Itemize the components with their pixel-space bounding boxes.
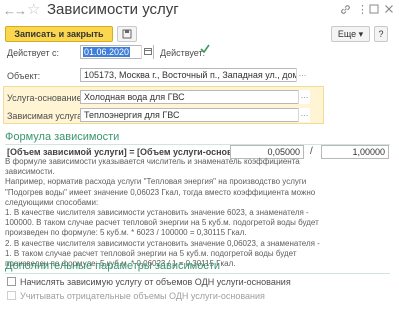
formula-section-title: Формула зависимости: [5, 131, 120, 143]
link-icon[interactable]: [340, 4, 351, 19]
option2-checkbox[interactable]: [7, 291, 16, 300]
dependent-service-field[interactable]: Теплоэнергия для ГВС: [80, 108, 310, 122]
note-paragraph: Например, норматив расхода услуги "Тепло…: [5, 177, 316, 207]
option1-checkbox[interactable]: [7, 277, 16, 286]
close-icon[interactable]: [384, 4, 394, 18]
chevron-down-icon: ▾: [358, 29, 364, 39]
active-from-label: Действует с:: [7, 48, 60, 58]
calendar-icon[interactable]: [141, 45, 153, 59]
section-divider: [5, 273, 390, 274]
active-from-value: 01.06.2020: [83, 47, 131, 57]
dependent-service-label: Зависимая услуга:: [7, 111, 85, 121]
window-title: Зависимости услуг: [47, 1, 179, 18]
base-service-field[interactable]: Холодная вода для ГВС: [80, 90, 310, 104]
note-paragraph: В формуле зависимости указывается числит…: [5, 157, 300, 177]
object-field[interactable]: 105173, Москва г., Восточный п., Западна…: [80, 68, 308, 82]
title-bar: ← → ☆ Зависимости услуг ⋮: [0, 0, 399, 22]
formula-note: В формуле зависимости указывается числит…: [5, 157, 325, 269]
object-label: Объект:: [7, 71, 41, 81]
option2-label[interactable]: Учитывать отрицательные объемы ОДН услуг…: [20, 290, 265, 302]
help-button[interactable]: ?: [374, 26, 388, 42]
save-icon: [122, 29, 132, 39]
active-label: Действует:: [160, 48, 206, 58]
more-label: Еще: [337, 29, 357, 39]
note-paragraph: 1. В качестве числителя зависимости уста…: [5, 208, 319, 238]
checkmark-icon: [200, 44, 210, 54]
star-icon[interactable]: ☆: [27, 2, 40, 18]
option1-label[interactable]: Начислять зависимую услугу от объемов ОД…: [20, 276, 291, 288]
save-button[interactable]: [117, 26, 137, 42]
select-button-icon[interactable]: …: [298, 108, 310, 122]
base-service-label: Услуга-основание:: [7, 93, 85, 103]
active-checkbox[interactable]: [200, 44, 210, 54]
back-arrow-icon[interactable]: ←: [3, 4, 16, 18]
denominator-input[interactable]: 1,00000: [321, 145, 389, 159]
select-button-icon[interactable]: …: [296, 68, 308, 82]
extra-section-title: Дополнительные параметры зависимости: [5, 260, 221, 272]
select-button-icon[interactable]: …: [298, 90, 310, 104]
more-vert-icon[interactable]: ⋮: [357, 4, 368, 17]
save-and-close-button[interactable]: Записать и закрыть: [5, 26, 113, 42]
maximize-icon[interactable]: [369, 4, 379, 18]
forward-arrow-icon[interactable]: →: [14, 4, 27, 18]
more-button[interactable]: Еще ▾: [331, 26, 370, 42]
